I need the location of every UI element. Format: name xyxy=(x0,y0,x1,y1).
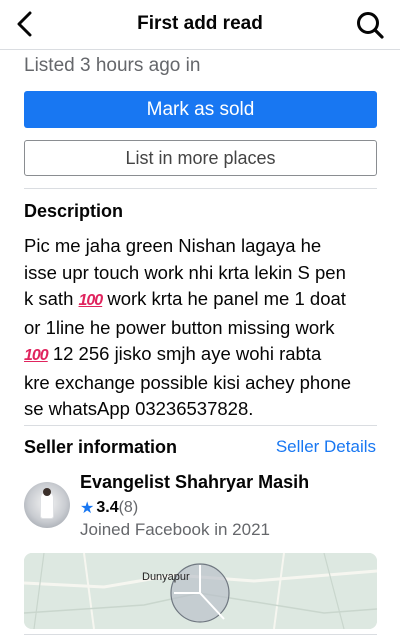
map-place-label: Dunyapur xyxy=(142,571,190,583)
description-line: se whatsApp 03236537828. xyxy=(24,398,254,419)
seller-details-link[interactable]: Seller Details xyxy=(276,437,376,457)
description-line: or 1line he power button missing work xyxy=(24,316,335,338)
rating-value: 3.4 xyxy=(96,499,119,516)
list-in-more-places-button[interactable]: List in more places xyxy=(24,140,377,176)
section-divider xyxy=(24,188,377,189)
description-line: 100 12 256 jisko smjh aye wohi rabta xyxy=(24,341,380,370)
description-text-segment: k sath xyxy=(24,288,79,309)
avatar-head xyxy=(43,488,51,496)
mark-as-sold-button[interactable]: Mark as sold xyxy=(24,91,377,128)
location-map[interactable]: Dunyapur xyxy=(24,553,377,629)
seller-information-heading: Seller information xyxy=(24,437,178,457)
description-line: kre exchange possible kisi achey phone xyxy=(24,371,352,393)
joined-facebook-text: Joined Facebook in 2021 xyxy=(80,520,270,539)
description-heading: Description xyxy=(24,201,124,221)
section-divider xyxy=(24,425,377,426)
page-title: First add read xyxy=(137,13,263,34)
description-text-segment: 12 256 jisko smjh aye wohi rabta xyxy=(47,343,322,364)
star-icon: ★ xyxy=(80,500,95,517)
listed-time-text: Listed 3 hours ago in xyxy=(24,55,201,76)
avatar[interactable] xyxy=(24,482,70,528)
rating-count[interactable]: (8) xyxy=(119,499,139,517)
seller-rating: ★ 3.4 (8) xyxy=(80,498,138,518)
hundred-points-emoji-icon: 100 xyxy=(24,347,49,364)
top-bar: First add read xyxy=(0,0,400,50)
seller-name[interactable]: Evangelist Shahryar Masih xyxy=(80,472,309,493)
map-graphic xyxy=(24,553,377,629)
description-text-segment: work krta he panel me 1 doat xyxy=(102,288,346,309)
search-icon xyxy=(357,12,384,39)
hundred-points-emoji-icon: 100 xyxy=(78,292,104,309)
section-divider xyxy=(24,634,377,635)
description-line: k sath 100 work krta he panel me 1 doat xyxy=(24,286,380,315)
description-line: isse upr touch work nhi krta lekin S pen xyxy=(24,261,346,283)
description-line: Pic me jaha green Nishan lagaya he xyxy=(24,235,322,256)
description-body: Pic me jaha green Nishan lagaya he isse … xyxy=(24,233,380,423)
search-button[interactable] xyxy=(354,9,386,41)
